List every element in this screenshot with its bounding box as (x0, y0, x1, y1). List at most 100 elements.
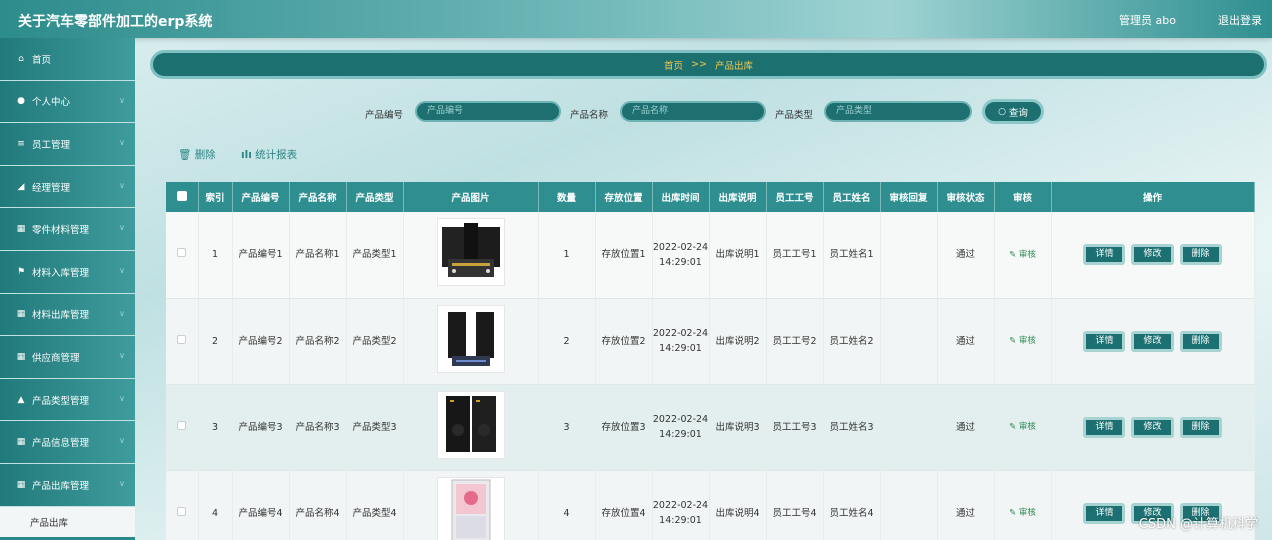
audit-link[interactable]: ✎ 审核 (1009, 250, 1036, 260)
product-name-input[interactable]: 产品名称 (620, 101, 766, 122)
column-header: 员工工号 (766, 182, 824, 212)
product-image-cell (403, 212, 539, 299)
sidebar-item-0[interactable]: ⌂ 首页 (0, 38, 135, 81)
search-bar: 产品编号 产品编号 产品名称 产品名称 产品类型 产品类型 ○ 查询 (0, 99, 1272, 125)
employee-name-cell: 员工姓名1 (823, 212, 881, 299)
outbound-time-cell: 2022-02-24 14:29:01 (652, 212, 710, 299)
location-cell: 存放位置4 (595, 470, 653, 540)
row-checkbox[interactable] (177, 420, 187, 430)
grid-icon: ▦ (16, 437, 26, 448)
employee-no-cell: 员工工号4 (766, 470, 824, 540)
edit-icon: ✎ (1009, 422, 1017, 432)
list-icon: ≡ (17, 138, 25, 149)
column-header: 审核状态 (937, 182, 995, 212)
sidebar-item-3[interactable]: ◢ 经理管理 ∨ (0, 165, 135, 209)
audit-cell: ✎ 审核 (994, 212, 1052, 299)
audit-reply-cell (880, 470, 938, 540)
batch-delete-button[interactable]: 🗑 删除 (178, 147, 216, 162)
sidebar-item-6[interactable]: ▦ 材料出库管理 ∨ (0, 293, 135, 337)
flag-icon: ⚑ (16, 266, 26, 277)
chevron-down-icon: ∨ (119, 138, 125, 148)
operations-cell: 详情 修改 删除 (1051, 384, 1255, 471)
breadcrumb-home[interactable]: 首页 (664, 58, 683, 72)
audit-link-label: 审核 (1018, 508, 1036, 518)
employee-no-cell: 员工工号1 (766, 212, 824, 299)
sidebar-item-5[interactable]: ⚑ 材料入库管理 ∨ (0, 250, 135, 294)
sidebar-item-10[interactable]: ▦ 产品出库管理 ∨ (0, 463, 135, 507)
breadcrumb-current: 产品出库 (714, 60, 753, 72)
column-header: 员工姓名 (823, 182, 881, 212)
outbound-desc-cell: 出库说明4 (709, 470, 767, 540)
index-cell: 3 (198, 384, 233, 471)
table-row: 2 产品编号2 产品名称2 产品类型2 2 存放位置2 2022-02-24 14:29:0… (166, 298, 1255, 385)
column-header: 审核回复 (880, 182, 938, 212)
delete-button[interactable]: 删除 (1179, 330, 1222, 352)
employee-name-cell: 员工姓名3 (823, 384, 881, 471)
product-image-cell (403, 384, 539, 471)
column-header: 产品图片 (403, 182, 539, 212)
audit-link[interactable]: ✎ 审核 (1009, 422, 1036, 432)
user-info: 管理员 abo (1119, 14, 1176, 27)
edit-button[interactable]: 修改 (1131, 416, 1174, 438)
detail-button[interactable]: 详情 (1083, 416, 1126, 438)
product-image-cell (403, 298, 539, 385)
table-body: 1 产品编号1 产品名称1 产品类型1 1 存放位置1 2022-02-24 14:29:0… (166, 212, 1255, 540)
product-image (436, 390, 505, 459)
product-code-input[interactable]: 产品编号 (415, 101, 561, 122)
sidebar-item-9[interactable]: ▦ 产品信息管理 ∨ (0, 421, 135, 464)
sidebar-subitem-product-outbound[interactable]: 产品出库 (0, 506, 135, 537)
operations-cell: 详情 修改 删除 (1051, 298, 1255, 385)
audit-link-label: 审核 (1018, 249, 1036, 260)
product-name-cell: 产品名称2 (289, 298, 347, 385)
row-select-cell (166, 298, 199, 385)
edit-button[interactable]: 修改 (1131, 244, 1174, 266)
detail-button[interactable]: 详情 (1083, 244, 1126, 266)
product-name-label: 产品名称 (570, 110, 609, 121)
grid-icon: ▦ (16, 479, 26, 490)
edit-button[interactable]: 修改 (1131, 330, 1174, 352)
product-type-cell: 产品类型2 (346, 298, 404, 385)
location-cell: 存放位置3 (595, 384, 653, 471)
product-image (436, 304, 505, 373)
column-header: 产品编号 (232, 182, 290, 212)
detail-button[interactable]: 详情 (1083, 502, 1126, 524)
product-type-cell: 产品类型1 (346, 212, 404, 299)
select-all-checkbox[interactable] (176, 190, 187, 201)
product-name-cell: 产品名称3 (289, 384, 347, 471)
delete-button[interactable]: 删除 (1179, 244, 1222, 266)
chevron-down-icon: ∨ (119, 265, 125, 275)
sidebar-item-label: 员工管理 (32, 139, 71, 151)
product-outbound-table: 索引 产品编号 产品名称 产品类型 产品图片 数量 存放位置 出库时间 出库说明 员工工号 员工姓名… (166, 182, 1255, 540)
column-header: 操作 (1051, 182, 1255, 212)
sidebar-item-8[interactable]: ▲ 产品类型管理 ∨ (0, 378, 135, 422)
chevron-down-icon: ∨ (119, 436, 125, 446)
audit-link[interactable]: ✎ 审核 (1009, 508, 1036, 518)
column-header: 产品类型 (346, 182, 404, 212)
audit-reply-cell (880, 212, 938, 299)
watermark: CSDN @计算机科学 (1138, 517, 1258, 532)
delete-button[interactable]: 删除 (1179, 416, 1222, 438)
statistics-report-button[interactable]: ılı 统计报表 (241, 147, 297, 162)
sidebar-item-7[interactable]: ▦ 供应商管理 ∨ (0, 336, 135, 379)
product-type-input[interactable]: 产品类型 (824, 101, 972, 122)
column-header: 数量 (538, 182, 596, 212)
sidebar-item-2[interactable]: ≡ 员工管理 ∨ (0, 123, 135, 166)
logout-link[interactable]: 退出登录 (1218, 12, 1262, 28)
employee-name-cell: 员工姓名4 (823, 470, 881, 540)
audit-link[interactable]: ✎ 审核 (1009, 336, 1036, 346)
chevron-down-icon: ∨ (119, 308, 125, 318)
product-code-label: 产品编号 (365, 110, 404, 121)
row-checkbox[interactable] (177, 506, 187, 516)
employee-no-cell: 员工工号3 (766, 384, 824, 471)
column-header: 产品名称 (289, 182, 347, 212)
outbound-desc-cell: 出库说明1 (709, 212, 767, 299)
audit-cell: ✎ 审核 (994, 298, 1052, 385)
manager-icon: ◢ (17, 181, 25, 192)
row-checkbox[interactable] (177, 334, 187, 344)
audit-status-cell: 通过 (937, 212, 995, 299)
sidebar-item-4[interactable]: ▦ 零件材料管理 ∨ (0, 208, 135, 251)
row-checkbox[interactable] (177, 248, 187, 258)
detail-button[interactable]: 详情 (1083, 330, 1126, 352)
product-type-label: 产品类型 (775, 110, 814, 121)
search-button[interactable]: ○ 查询 (982, 99, 1044, 124)
